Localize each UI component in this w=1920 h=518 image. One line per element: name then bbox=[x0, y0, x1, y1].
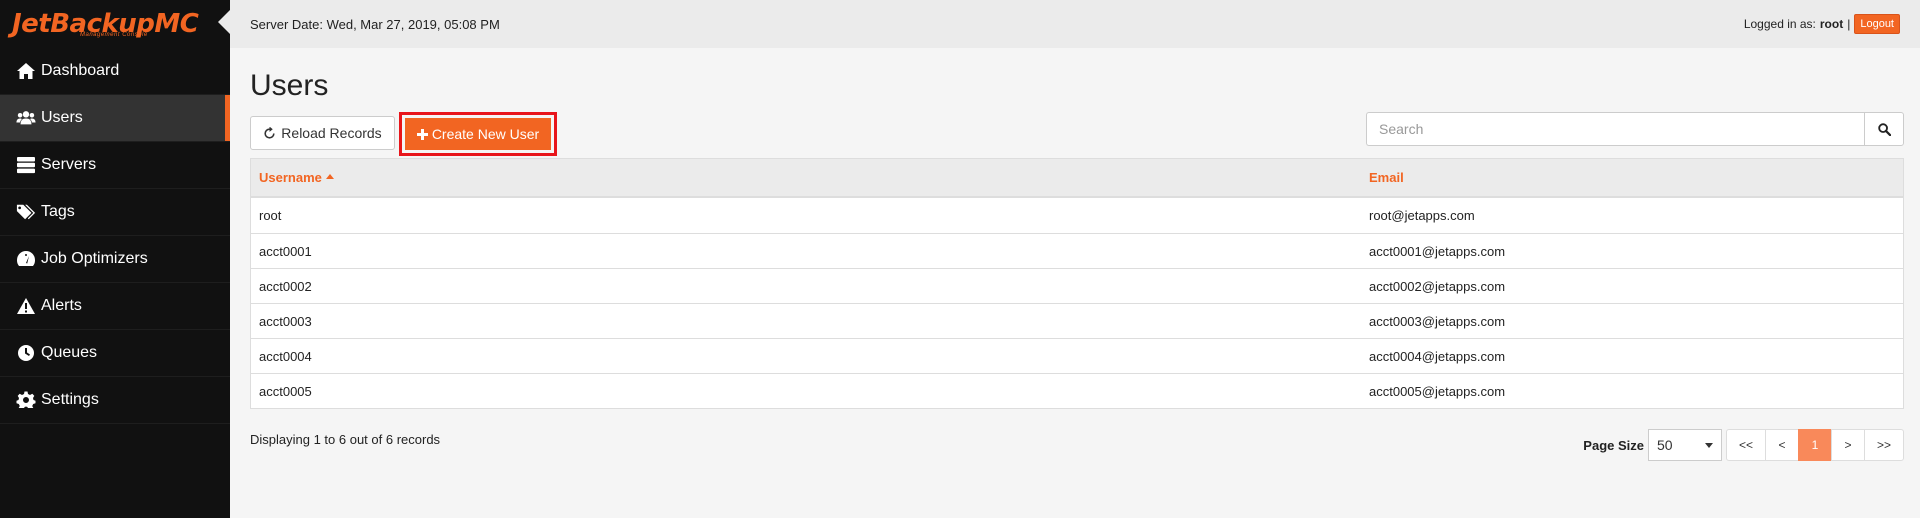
sidebar: JetBackupMC Management Console Dashboard… bbox=[0, 0, 230, 518]
pagination-area: Page Size 50 << < 1 > >> bbox=[1583, 429, 1904, 461]
cell-email: acct0003@jetapps.com bbox=[1369, 313, 1506, 329]
sidebar-item-label: Servers bbox=[41, 156, 97, 173]
logged-in-label: Logged in as: bbox=[1743, 17, 1816, 31]
reload-records-label: Reload Records bbox=[281, 125, 382, 141]
table-body: root root@jetapps.com acct0001 acct0001@… bbox=[251, 198, 1903, 408]
sidebar-item-label: Queues bbox=[41, 344, 98, 361]
page-size-label: Page Size bbox=[1583, 437, 1644, 453]
sidebar-item-queues[interactable]: Queues bbox=[0, 330, 230, 377]
warning-icon bbox=[15, 297, 37, 315]
clock-icon bbox=[15, 344, 37, 362]
pager: << < 1 > >> bbox=[1726, 429, 1904, 461]
sidebar-item-job-optimizers[interactable]: Job Optimizers bbox=[0, 236, 230, 283]
create-new-user-label: Create New User bbox=[431, 126, 540, 142]
cell-email: root@jetapps.com bbox=[1369, 208, 1475, 223]
cell-username: acct0004 bbox=[259, 348, 312, 364]
column-header-email[interactable]: Email bbox=[1361, 170, 1903, 185]
cell-username: acct0003 bbox=[259, 313, 312, 329]
table-row[interactable]: acct0001 acct0001@jetapps.com bbox=[251, 233, 1903, 268]
table-row[interactable]: acct0005 acct0005@jetapps.com bbox=[251, 373, 1903, 408]
column-header-username[interactable]: Username bbox=[251, 170, 1361, 185]
brand: JetBackupMC Management Console bbox=[0, 0, 230, 48]
pager-next-button[interactable]: > bbox=[1831, 429, 1865, 461]
users-icon bbox=[15, 109, 37, 127]
reload-records-button[interactable]: Reload Records bbox=[250, 116, 395, 150]
search-input[interactable] bbox=[1366, 112, 1864, 146]
reload-icon bbox=[264, 126, 275, 139]
logged-in-username: root bbox=[1819, 17, 1844, 31]
sidebar-item-settings[interactable]: Settings bbox=[0, 377, 230, 424]
cell-email: acct0004@jetapps.com bbox=[1369, 348, 1506, 364]
cell-username: acct0005 bbox=[259, 383, 312, 399]
dashboard-gauge-icon bbox=[15, 250, 37, 268]
plus-icon bbox=[416, 128, 428, 140]
logout-button[interactable]: Logout bbox=[1854, 14, 1900, 34]
sort-ascending-icon bbox=[325, 174, 334, 179]
pager-prev-button[interactable]: < bbox=[1765, 429, 1799, 461]
create-new-user-button[interactable]: Create New User bbox=[405, 118, 551, 150]
page-title: Users bbox=[250, 69, 329, 102]
sidebar-item-alerts[interactable]: Alerts bbox=[0, 283, 230, 330]
brand-subtitle: Management Console bbox=[80, 32, 148, 38]
pager-page-1-button[interactable]: 1 bbox=[1798, 429, 1832, 461]
search-button[interactable] bbox=[1864, 112, 1904, 146]
cell-email: acct0001@jetapps.com bbox=[1369, 243, 1506, 259]
table-header: Username Email bbox=[251, 159, 1903, 198]
sidebar-item-dashboard[interactable]: Dashboard bbox=[0, 48, 230, 95]
search-group bbox=[1366, 112, 1904, 146]
topbar: Server Date: Wed, Mar 27, 2019, 05:08 PM… bbox=[230, 0, 1920, 48]
sidebar-item-label: Tags bbox=[41, 203, 75, 220]
cell-email: acct0005@jetapps.com bbox=[1369, 383, 1506, 399]
table-row[interactable]: acct0002 acct0002@jetapps.com bbox=[251, 268, 1903, 303]
sidebar-item-servers[interactable]: Servers bbox=[0, 142, 230, 189]
sidebar-item-tags[interactable]: Tags bbox=[0, 189, 230, 236]
cell-email: acct0002@jetapps.com bbox=[1369, 278, 1506, 294]
toolbar: Reload Records Create New User bbox=[250, 112, 1904, 156]
column-header-label: Username bbox=[259, 170, 322, 185]
cell-username: acct0002 bbox=[259, 278, 312, 294]
cell-username: acct0001 bbox=[259, 243, 312, 259]
sidebar-item-label: Dashboard bbox=[41, 62, 120, 79]
table-row[interactable]: acct0003 acct0003@jetapps.com bbox=[251, 303, 1903, 338]
gear-icon bbox=[15, 391, 37, 409]
table-row[interactable]: acct0004 acct0004@jetapps.com bbox=[251, 338, 1903, 373]
server-date: Server Date: Wed, Mar 27, 2019, 05:08 PM bbox=[250, 16, 500, 32]
tags-icon bbox=[15, 203, 37, 221]
chevron-down-icon bbox=[1705, 442, 1713, 448]
users-table: Username Email root root@jetapps.com acc… bbox=[250, 158, 1904, 409]
logged-in-info: Logged in as: root | Logout bbox=[1744, 14, 1900, 34]
pager-first-button[interactable]: << bbox=[1726, 429, 1766, 461]
records-info: Displaying 1 to 6 out of 6 records bbox=[250, 432, 441, 447]
column-header-label: Email bbox=[1369, 170, 1404, 185]
cell-username: root bbox=[259, 208, 282, 223]
sidebar-item-label: Job Optimizers bbox=[41, 250, 148, 267]
page-size-select[interactable]: 50 bbox=[1648, 429, 1722, 461]
sidebar-item-label: Users bbox=[41, 109, 83, 126]
sidebar-item-label: Settings bbox=[41, 391, 99, 408]
pager-last-button[interactable]: >> bbox=[1864, 429, 1904, 461]
sidebar-item-label: Alerts bbox=[41, 297, 82, 314]
page-size-value: 50 bbox=[1657, 437, 1673, 453]
table-row[interactable]: root root@jetapps.com bbox=[251, 198, 1903, 233]
sidebar-item-users[interactable]: Users bbox=[0, 95, 230, 142]
create-user-highlight: Create New User bbox=[399, 112, 557, 156]
server-icon bbox=[15, 156, 37, 174]
home-icon bbox=[15, 62, 37, 80]
table-footer: Displaying 1 to 6 out of 6 records Page … bbox=[250, 429, 1904, 489]
main-content: Users Reload Records Create New User Use… bbox=[250, 48, 1904, 489]
logged-in-separator: | bbox=[1847, 17, 1851, 31]
search-icon bbox=[1877, 122, 1891, 136]
sidebar-pointer bbox=[218, 10, 230, 34]
sidebar-nav: Dashboard Users Servers Tags Job Optimiz… bbox=[0, 48, 230, 424]
